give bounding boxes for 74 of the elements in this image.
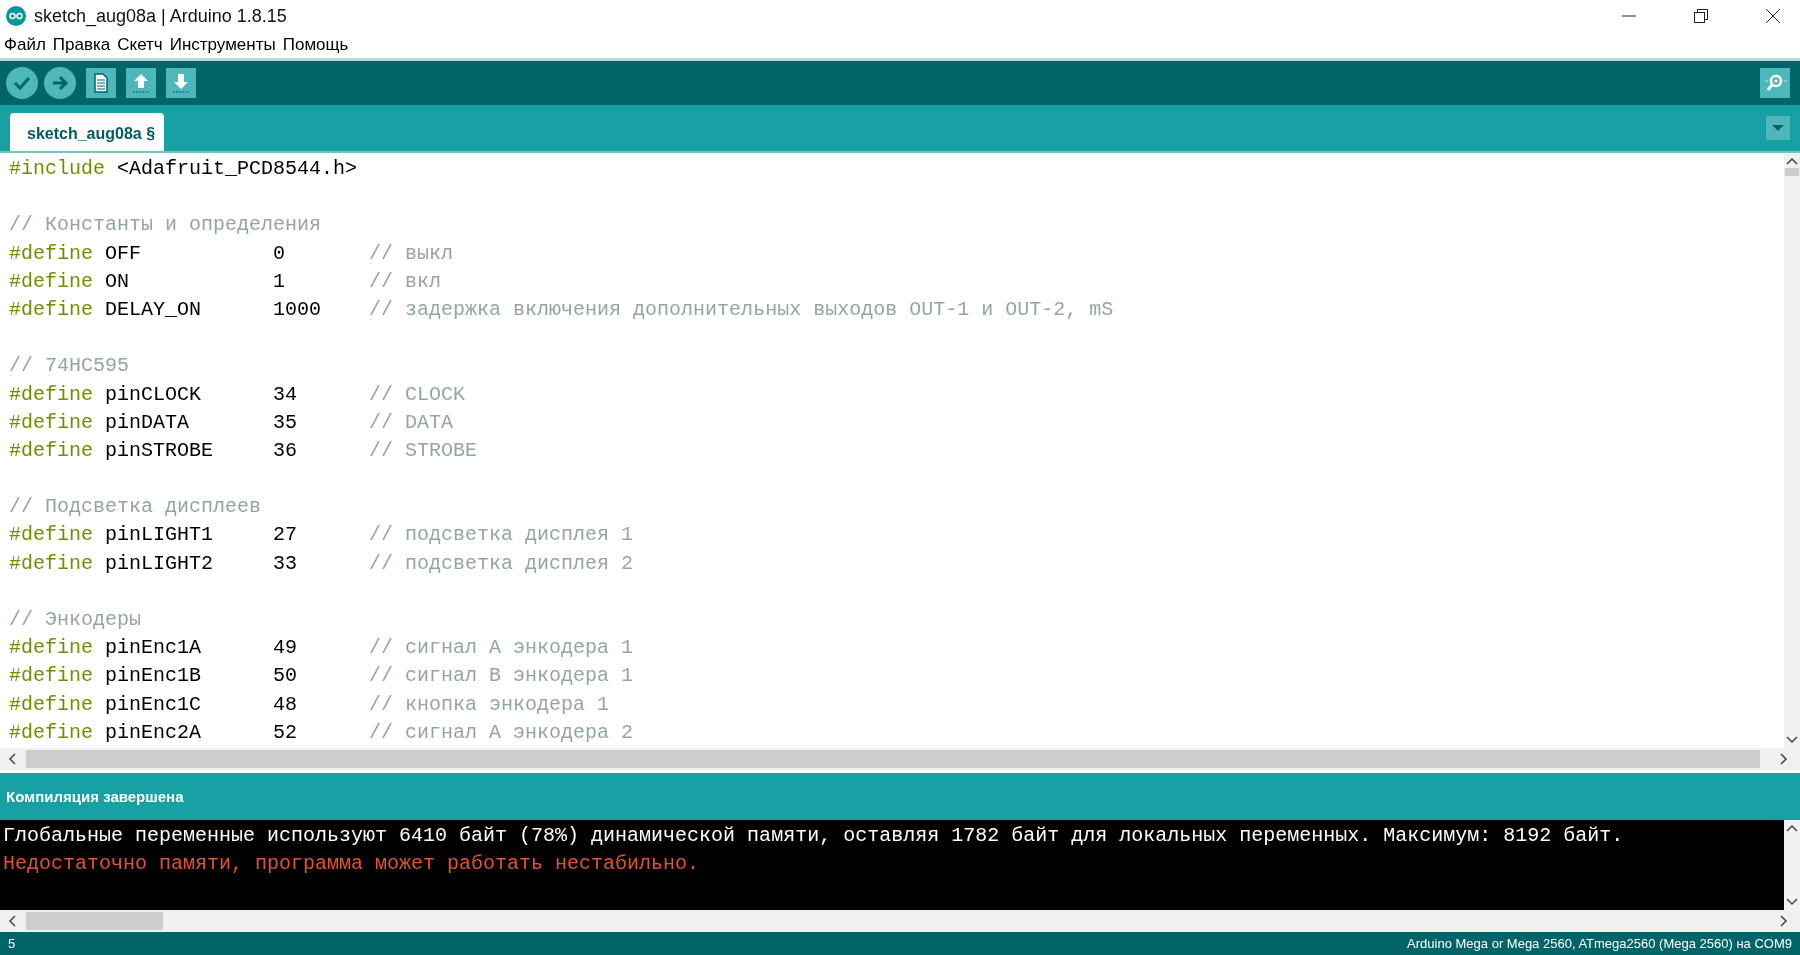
code-text: pinEnc2A 52: [104, 720, 299, 744]
scroll-down-icon[interactable]: [1786, 898, 1798, 906]
board-info: Arduino Mega or Mega 2560, ATmega2560 (Mega 2560) на COM9: [1407, 936, 1792, 951]
code-keyword: #define: [9, 692, 93, 716]
scroll-right-icon[interactable]: [1780, 915, 1788, 927]
code-comment: // выкл: [369, 241, 454, 265]
code-comment: // кнопка энкодера 1: [369, 692, 610, 716]
code-text: pinSTROBE 36: [104, 438, 299, 462]
code-comment: // CLOCK: [369, 382, 466, 406]
code-comment: // задержка включения дополнительных выходов OUT-1 и OUT-2, mS: [369, 297, 1114, 321]
code-text: pinLIGHT1 27: [104, 523, 299, 547]
code-text: pinLIGHT2 33: [104, 551, 299, 575]
code-comment: // подсветка дисплея 2: [369, 551, 634, 575]
code-keyword: #define: [9, 438, 93, 462]
scroll-left-icon[interactable]: [8, 915, 16, 927]
code-comment: // сигнал В энкодера 1: [369, 664, 634, 688]
menu-item[interactable]: Помощь: [282, 35, 349, 55]
scroll-up-icon[interactable]: [1786, 824, 1798, 832]
code-comment: // вкл: [369, 269, 442, 293]
line-number: 5: [8, 936, 16, 951]
code-comment: // DATA: [369, 410, 454, 434]
code-comment: // Подсветка дисплеев: [9, 495, 262, 519]
open-button[interactable]: [126, 68, 156, 98]
scroll-left-icon[interactable]: [8, 753, 16, 765]
code-comment: // Константы и определения: [9, 213, 322, 237]
scrollbar-thumb[interactable]: [26, 750, 1760, 768]
code-text: OFF 0: [104, 241, 287, 265]
code-text: pinDATA 35: [104, 410, 299, 434]
compile-status: Компиляция завершена: [6, 788, 184, 805]
scrollbar-thumb[interactable]: [1785, 168, 1799, 176]
code-keyword: #define: [9, 720, 93, 744]
restore-icon[interactable]: [1694, 9, 1708, 23]
code-keyword: #define: [9, 636, 93, 660]
code-keyword: #define: [9, 551, 93, 575]
console-message: Недостаточно памяти, программа может работать нестабильно.: [3, 851, 701, 877]
scrollbar-thumb[interactable]: [26, 912, 163, 930]
close-icon[interactable]: [1766, 9, 1780, 23]
scroll-right-icon[interactable]: [1780, 753, 1788, 765]
code-text: ON 1: [104, 269, 287, 293]
code-comment: // сигнал А энкодера 2: [369, 720, 634, 744]
scroll-up-icon[interactable]: [1786, 157, 1798, 165]
code-text: DELAY_ON 1000: [104, 297, 323, 321]
menu-item[interactable]: Инструменты: [169, 35, 276, 55]
code-keyword: #define: [9, 269, 93, 293]
code-text: pinEnc1C 48: [104, 692, 299, 716]
code-comment: // 74HC595: [9, 354, 130, 378]
code-comment: // STROBE: [369, 438, 478, 462]
code-keyword: #include: [9, 157, 105, 180]
code-text: pinEnc1B 50: [104, 664, 299, 688]
code-keyword: #define: [9, 410, 93, 434]
code-keyword: #define: [9, 523, 93, 547]
code-keyword: #define: [9, 664, 93, 688]
tab-menu-button[interactable]: [1766, 116, 1790, 140]
code-text: pinEnc1A 49: [104, 636, 299, 660]
code-comment: // сигнал А энкодера 1: [369, 636, 634, 660]
console-message: Глобальные переменные используют 6410 байт (78%) динамической памяти, оставляя 1782 байт для локальных переменных. Максимум: 8192 байт.: [3, 823, 1625, 849]
code-comment: // подсветка дисплея 1: [369, 523, 634, 547]
scroll-down-icon[interactable]: [1786, 736, 1798, 744]
window-title: sketch_aug08a | Arduino 1.8.15: [34, 5, 287, 27]
menu-item[interactable]: Правка: [52, 35, 111, 55]
code-keyword: #define: [9, 241, 93, 265]
code-comment: // Энкодеры: [9, 608, 142, 631]
code-keyword: #define: [9, 382, 93, 406]
menu-item[interactable]: Скетч: [117, 35, 163, 55]
verify-button[interactable]: [6, 67, 38, 99]
app-logo-icon: [6, 6, 26, 26]
code-keyword: #define: [9, 297, 93, 321]
code-text: pinCLOCK 34: [104, 382, 299, 406]
new-file-button[interactable]: [86, 68, 116, 98]
sketch-tab[interactable]: sketch_aug08a §: [10, 113, 165, 151]
save-button[interactable]: [166, 68, 196, 98]
code-text: <Adafruit_PCD8544.h>: [116, 157, 358, 180]
upload-button[interactable]: [44, 67, 76, 99]
menu-item[interactable]: Файл: [4, 35, 46, 55]
